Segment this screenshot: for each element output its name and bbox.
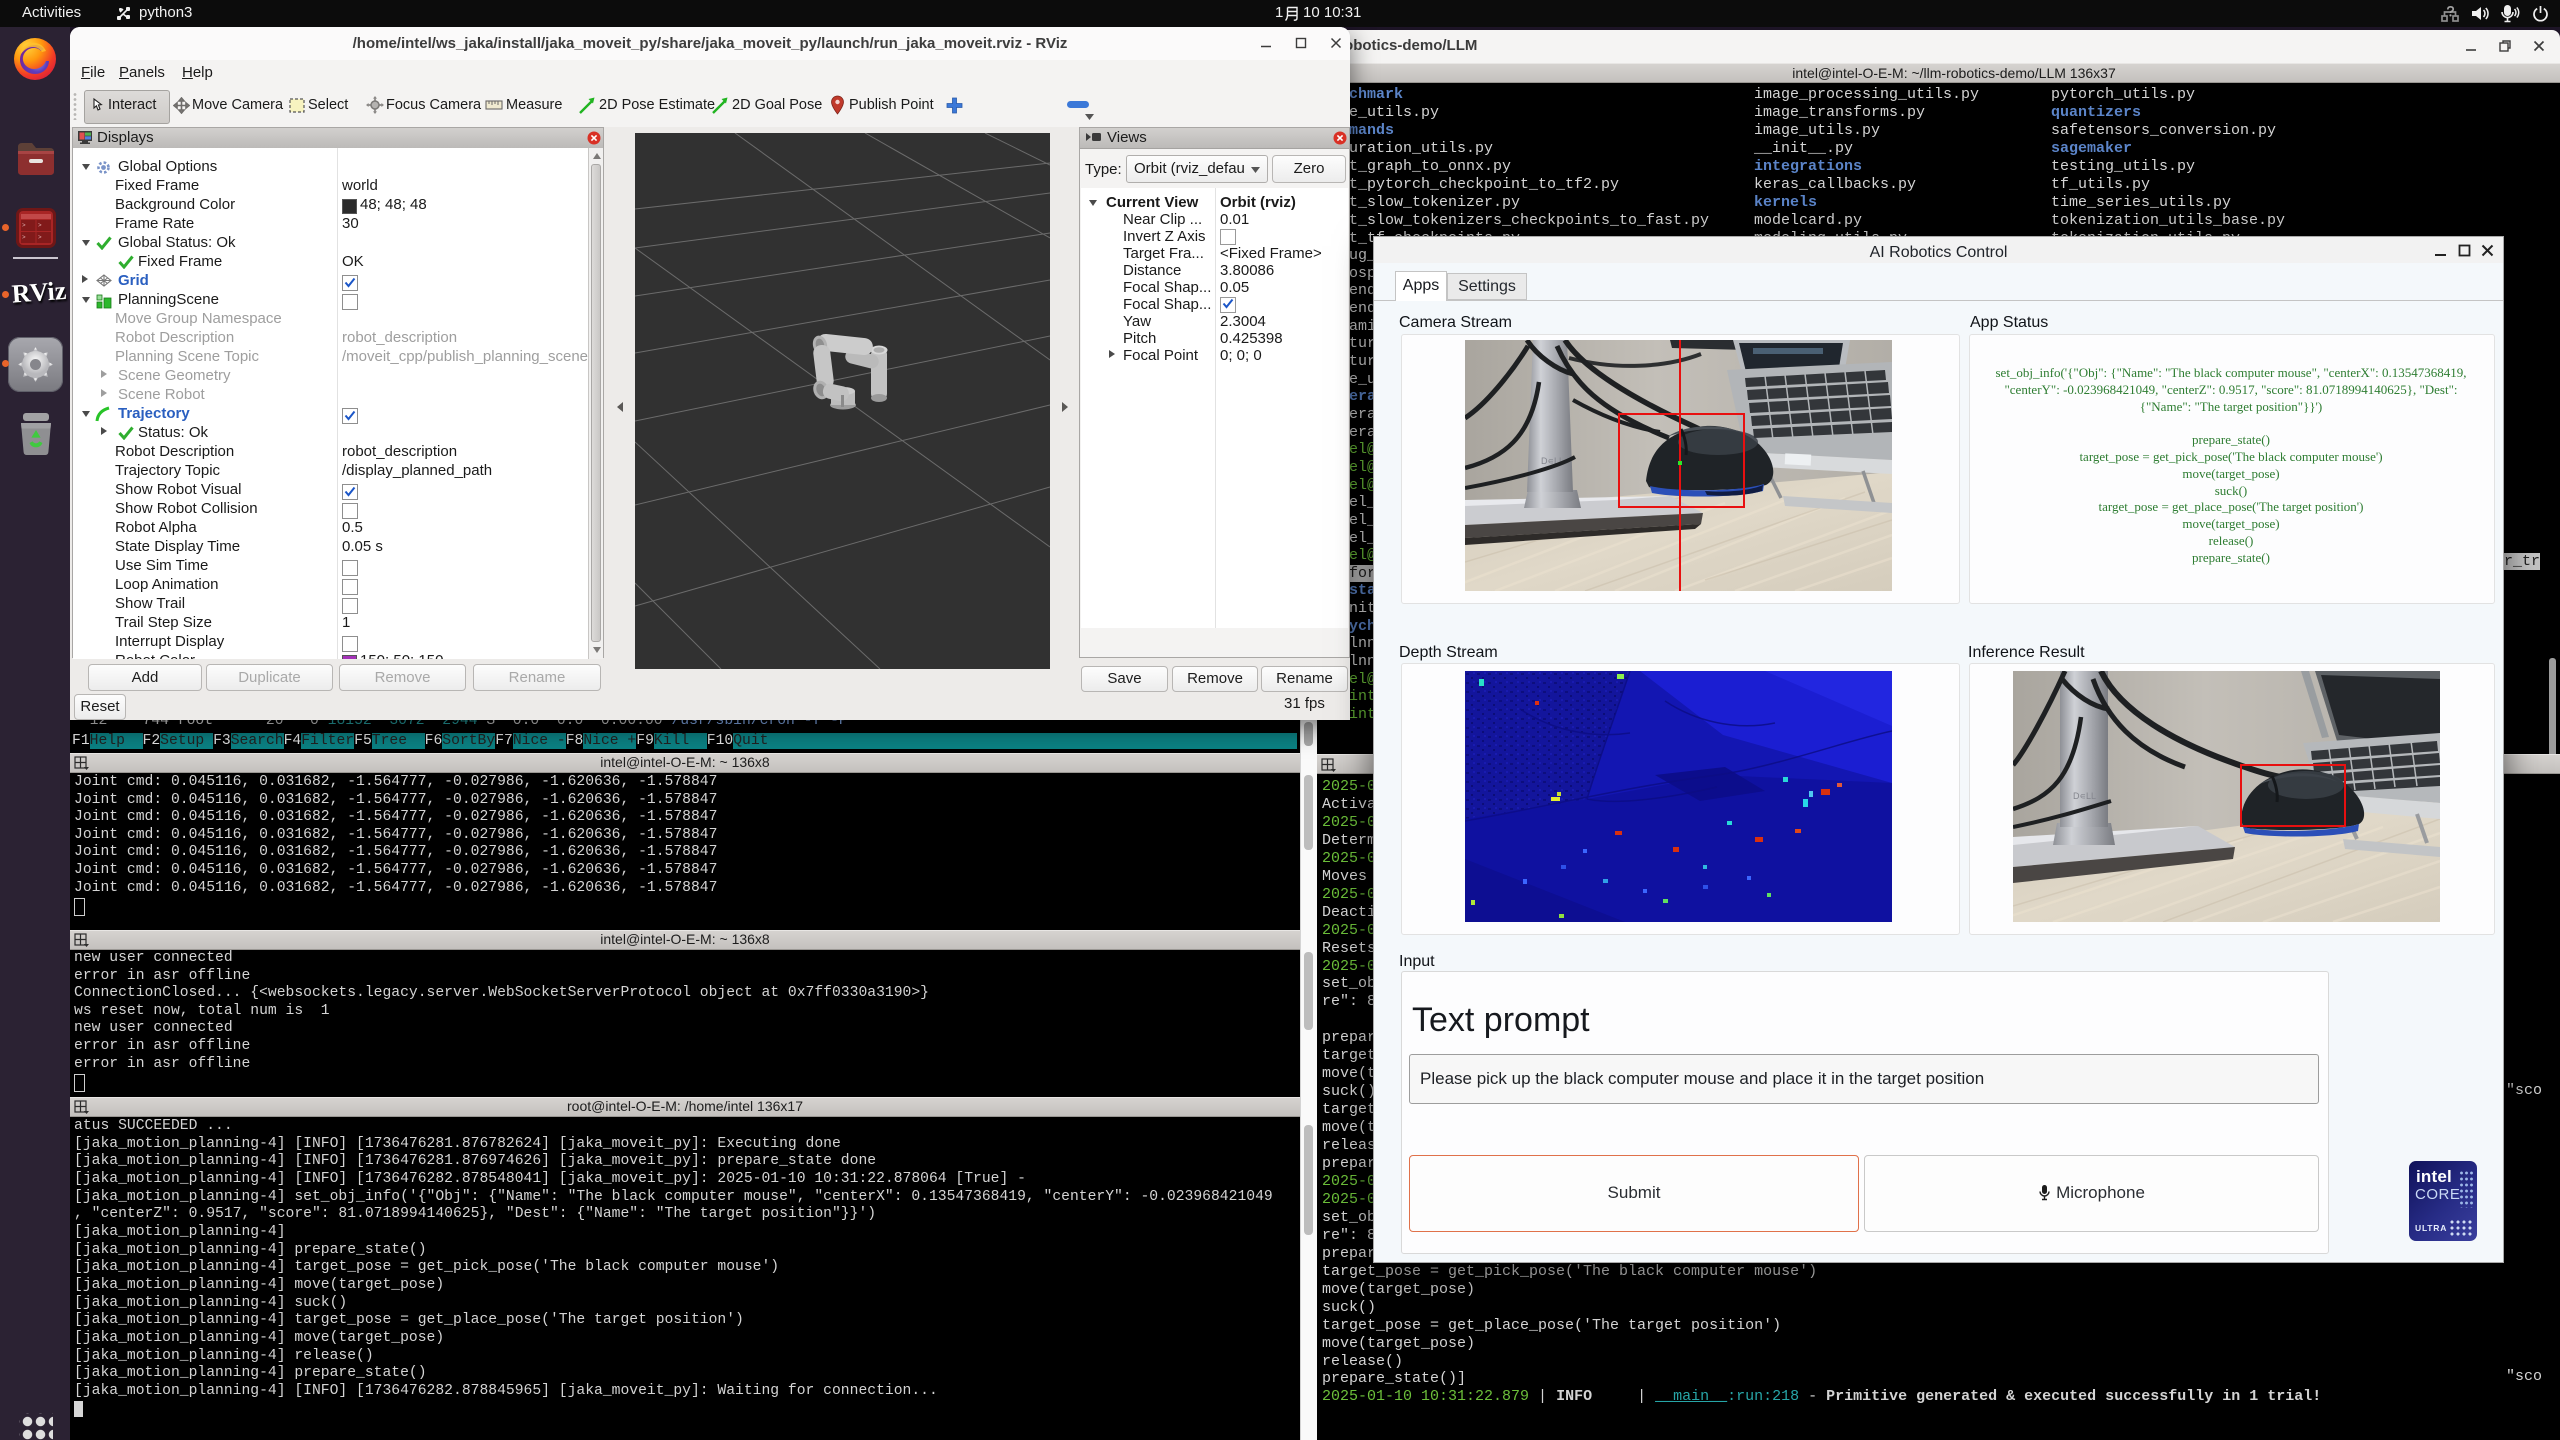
svg-text:>: > <box>38 222 42 229</box>
svg-text:>: > <box>22 234 26 241</box>
svg-text:>: > <box>38 234 42 241</box>
svg-text:D∊LL: D∊LL <box>2073 791 2096 801</box>
svg-text:>: > <box>22 222 26 229</box>
